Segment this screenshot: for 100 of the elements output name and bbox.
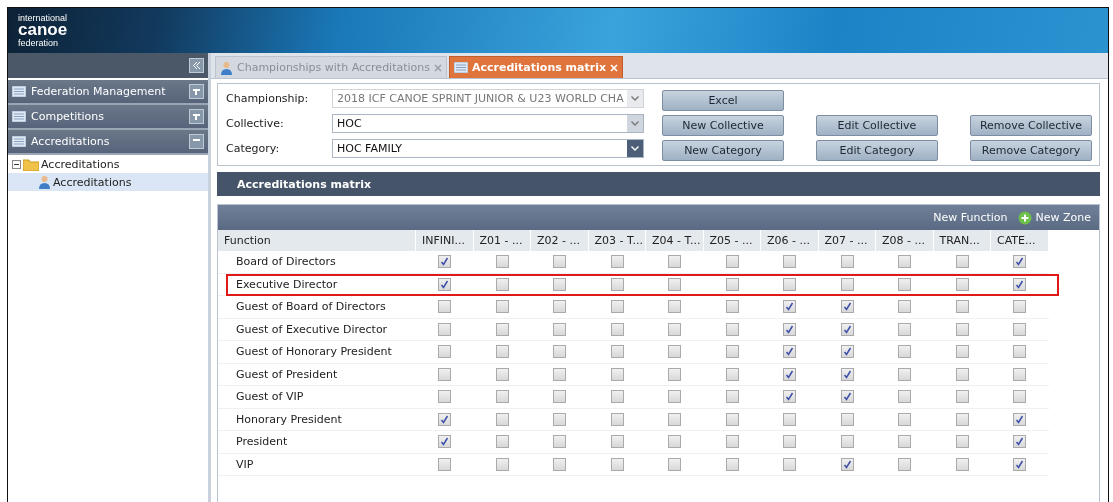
checkbox[interactable] — [1013, 255, 1027, 269]
action-button[interactable]: Excel — [662, 90, 784, 111]
action-button[interactable]: Remove Category — [970, 140, 1092, 161]
checkbox[interactable] — [668, 457, 682, 471]
checkbox[interactable] — [668, 300, 682, 314]
column-header[interactable]: Z08 - ... — [876, 230, 934, 251]
checkbox[interactable] — [495, 345, 509, 359]
dropdown-field[interactable]: HOC FAMILY — [332, 139, 644, 158]
checkbox[interactable] — [725, 367, 739, 381]
checkbox[interactable] — [840, 345, 854, 359]
checkbox[interactable] — [840, 322, 854, 336]
checkbox[interactable] — [783, 255, 797, 269]
column-header[interactable]: Z07 - ... — [818, 230, 876, 251]
checkbox[interactable] — [783, 457, 797, 471]
checkbox[interactable] — [955, 367, 969, 381]
checkbox[interactable] — [668, 345, 682, 359]
checkbox[interactable] — [438, 255, 452, 269]
checkbox[interactable] — [1013, 412, 1027, 426]
checkbox[interactable] — [610, 277, 624, 291]
expand-icon[interactable] — [189, 109, 204, 124]
column-header[interactable]: Z06 - ... — [761, 230, 819, 251]
checkbox[interactable] — [898, 345, 912, 359]
checkbox[interactable] — [438, 322, 452, 336]
checkbox[interactable] — [955, 322, 969, 336]
checkbox[interactable] — [438, 300, 452, 314]
checkbox[interactable] — [1013, 367, 1027, 381]
checkbox[interactable] — [840, 300, 854, 314]
checkbox[interactable] — [495, 457, 509, 471]
checkbox[interactable] — [610, 435, 624, 449]
checkbox[interactable] — [553, 457, 567, 471]
checkbox[interactable] — [495, 322, 509, 336]
checkbox[interactable] — [840, 255, 854, 269]
checkbox[interactable] — [495, 300, 509, 314]
checkbox[interactable] — [783, 390, 797, 404]
checkbox[interactable] — [725, 390, 739, 404]
checkbox[interactable] — [955, 255, 969, 269]
checkbox[interactable] — [495, 277, 509, 291]
checkbox[interactable] — [725, 345, 739, 359]
checkbox[interactable] — [955, 390, 969, 404]
checkbox[interactable] — [610, 457, 624, 471]
checkbox[interactable] — [955, 457, 969, 471]
checkbox[interactable] — [783, 322, 797, 336]
checkbox[interactable] — [553, 435, 567, 449]
checkbox[interactable] — [610, 367, 624, 381]
checkbox[interactable] — [898, 435, 912, 449]
checkbox[interactable] — [783, 435, 797, 449]
column-header[interactable]: Z04 - T... — [646, 230, 704, 251]
checkbox[interactable] — [898, 367, 912, 381]
checkbox[interactable] — [955, 300, 969, 314]
tree-item[interactable]: Accreditations — [8, 173, 208, 191]
dropdown-field[interactable]: HOC — [332, 114, 644, 133]
checkbox[interactable] — [840, 390, 854, 404]
checkbox[interactable] — [610, 255, 624, 269]
column-header[interactable]: Function — [218, 230, 416, 251]
checkbox[interactable] — [610, 412, 624, 426]
column-header[interactable]: INFINI... — [416, 230, 474, 251]
checkbox[interactable] — [725, 255, 739, 269]
checkbox[interactable] — [438, 345, 452, 359]
toolbar-link[interactable]: New Zone — [1017, 210, 1091, 225]
checkbox[interactable] — [668, 255, 682, 269]
sidebar-section[interactable]: Competitions — [8, 105, 208, 130]
checkbox[interactable] — [725, 300, 739, 314]
caret-icon[interactable] — [631, 121, 639, 126]
column-header[interactable]: Z01 - ... — [473, 230, 531, 251]
checkbox[interactable] — [783, 367, 797, 381]
checkbox[interactable] — [898, 300, 912, 314]
checkbox[interactable] — [955, 345, 969, 359]
checkbox[interactable] — [725, 457, 739, 471]
checkbox[interactable] — [898, 457, 912, 471]
checkbox[interactable] — [668, 412, 682, 426]
expand-icon[interactable] — [189, 84, 204, 99]
checkbox[interactable] — [668, 367, 682, 381]
checkbox[interactable] — [783, 300, 797, 314]
checkbox[interactable] — [1013, 435, 1027, 449]
checkbox[interactable] — [495, 412, 509, 426]
checkbox[interactable] — [668, 277, 682, 291]
checkbox[interactable] — [610, 322, 624, 336]
sidebar-section[interactable]: Federation Management — [8, 80, 208, 105]
sidebar-section[interactable]: Accreditations — [8, 130, 208, 155]
column-header[interactable]: Z02 - ... — [531, 230, 589, 251]
checkbox[interactable] — [438, 412, 452, 426]
checkbox[interactable] — [955, 412, 969, 426]
checkbox[interactable] — [553, 412, 567, 426]
tree-item[interactable]: Accreditations — [8, 155, 208, 173]
checkbox[interactable] — [668, 322, 682, 336]
action-button[interactable]: Edit Category — [816, 140, 938, 161]
action-button[interactable]: New Category — [662, 140, 784, 161]
checkbox[interactable] — [438, 277, 452, 291]
checkbox[interactable] — [610, 390, 624, 404]
checkbox[interactable] — [725, 277, 739, 291]
checkbox[interactable] — [553, 322, 567, 336]
checkbox[interactable] — [553, 367, 567, 381]
checkbox[interactable] — [495, 390, 509, 404]
checkbox[interactable] — [840, 277, 854, 291]
checkbox[interactable] — [495, 435, 509, 449]
checkbox[interactable] — [783, 412, 797, 426]
checkbox[interactable] — [495, 367, 509, 381]
checkbox[interactable] — [668, 390, 682, 404]
checkbox[interactable] — [438, 390, 452, 404]
checkbox[interactable] — [898, 390, 912, 404]
